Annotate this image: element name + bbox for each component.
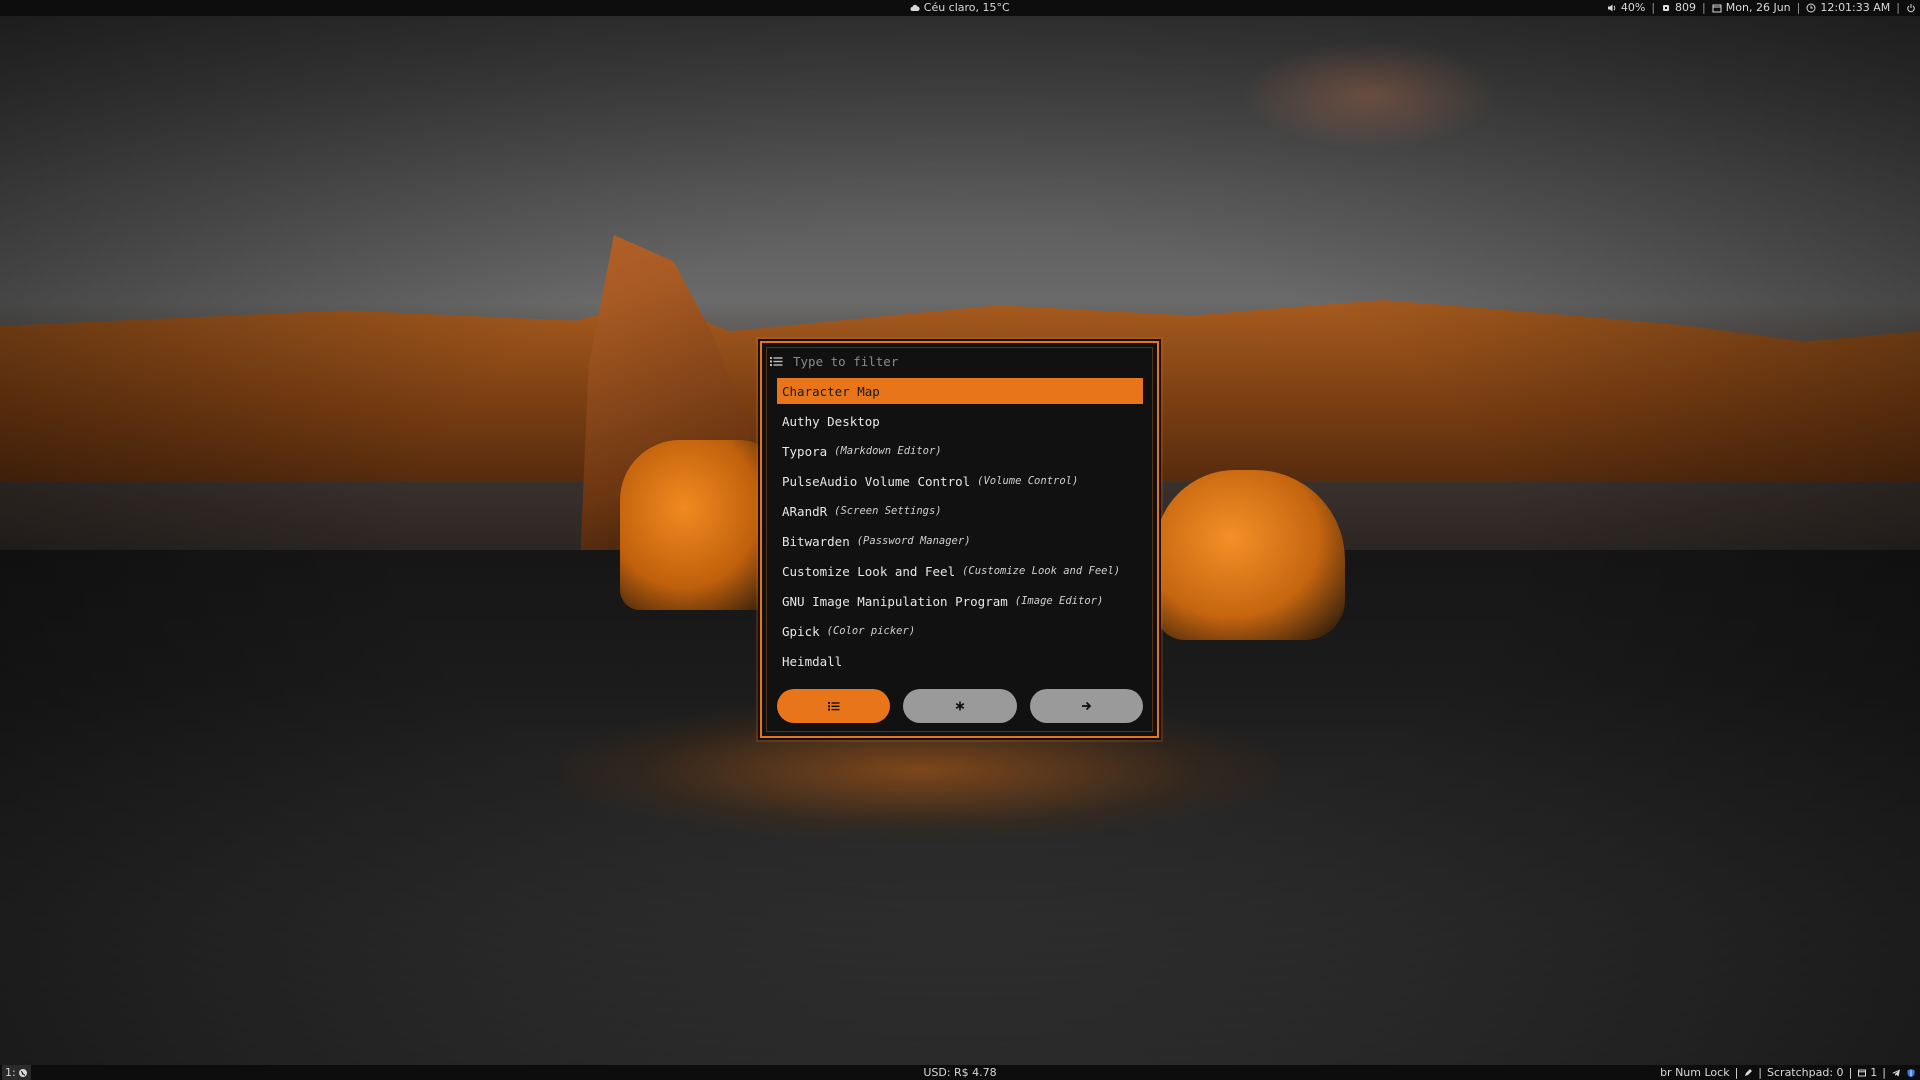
volume-widget[interactable]: 40%: [1607, 0, 1645, 16]
weather-text: Céu claro, 15°C: [923, 1, 1010, 14]
clock-widget[interactable]: 12:01:33 AM: [1806, 0, 1890, 16]
volume-text: 40%: [1620, 1, 1646, 14]
time-text: 12:01:33 AM: [1820, 1, 1891, 14]
app-name: Gpick: [782, 623, 820, 639]
mode-window-button[interactable]: [1029, 689, 1143, 723]
power-icon[interactable]: [1906, 3, 1916, 13]
windows-count: 1: [1870, 1066, 1878, 1079]
app-list-item-character-map[interactable]: Character Map: [777, 378, 1143, 404]
app-list-item-arandr[interactable]: ARandR (Screen Settings): [777, 498, 1143, 524]
app-list-item-customize-look-and-feel[interactable]: Customize Look and Feel (Customize Look …: [777, 558, 1143, 584]
app-name: ARandR: [782, 503, 828, 519]
date-widget[interactable]: Mon, 26 Jun: [1712, 0, 1791, 16]
app-name: Character Map: [782, 383, 880, 399]
app-list: Character Map Authy Desktop Typora (Mark…: [777, 378, 1143, 678]
date-text: Mon, 26 Jun: [1725, 1, 1791, 14]
pencil-icon[interactable]: [1743, 1068, 1753, 1078]
scratchpad-indicator[interactable]: Scratchpad: 0: [1767, 1065, 1844, 1080]
calendar-icon: [1712, 3, 1722, 13]
memory-text: 809: [1675, 1, 1697, 14]
mode-drun-button[interactable]: [777, 689, 891, 723]
keyboard-layout: br Num Lock: [1660, 1066, 1730, 1079]
app-generic-name: (Image Editor): [1014, 595, 1104, 607]
app-list-item-gimp[interactable]: GNU Image Manipulation Program (Image Ed…: [777, 588, 1143, 614]
separator: |: [1758, 1066, 1763, 1079]
separator: |: [1651, 1, 1656, 14]
app-generic-name: (Volume Control): [977, 475, 1079, 487]
app-name: Customize Look and Feel: [782, 563, 956, 579]
memory-widget[interactable]: 809: [1661, 0, 1696, 16]
app-list-item-pulseaudio[interactable]: PulseAudio Volume Control (Volume Contro…: [777, 468, 1143, 494]
speaker-icon: [1607, 3, 1617, 13]
asterisk-icon: [953, 699, 967, 713]
app-generic-name: (Markdown Editor): [834, 445, 942, 457]
separator: |: [1882, 1066, 1886, 1079]
separator: |: [1848, 1066, 1853, 1079]
mode-switcher: [777, 689, 1143, 723]
cloud-icon: [910, 3, 920, 13]
app-generic-name: (Customize Look and Feel): [962, 565, 1121, 577]
app-generic-name: (Screen Settings): [834, 505, 942, 517]
mode-run-button[interactable]: [903, 689, 1017, 723]
separator: |: [1734, 1066, 1739, 1079]
app-list-item-authy-desktop[interactable]: Authy Desktop: [777, 408, 1143, 434]
separator: |: [1702, 1, 1706, 14]
currency-widget: USD: R$ 4.78: [923, 1066, 997, 1079]
telegram-icon[interactable]: [1891, 1068, 1901, 1078]
app-name: PulseAudio Volume Control: [782, 473, 971, 489]
app-generic-name: (Color picker): [826, 625, 916, 637]
separator: |: [1896, 1, 1900, 14]
window-icon: [1857, 1068, 1867, 1078]
list-icon: [770, 356, 783, 367]
shield-icon[interactable]: [1906, 1068, 1916, 1078]
clock-icon: [1806, 3, 1816, 13]
list-icon: [827, 699, 841, 713]
app-name: Bitwarden: [782, 533, 850, 549]
filter-input[interactable]: [793, 353, 1149, 369]
top-status-bar: Céu claro, 15°C 40% | 809 | Mon, 26 Jun …: [0, 0, 1920, 16]
app-name: Heimdall: [782, 653, 843, 669]
app-list-item-gpick[interactable]: Gpick (Color picker): [777, 618, 1143, 644]
bottom-status-bar: 1: USD: R$ 4.78 br Num Lock | | Scratchp…: [0, 1065, 1920, 1080]
app-list-item-heimdall[interactable]: Heimdall: [777, 648, 1143, 674]
arrow-right-icon: [1079, 699, 1093, 713]
separator: |: [1796, 1, 1801, 14]
app-name: Typora: [782, 443, 828, 459]
app-list-item-typora[interactable]: Typora (Markdown Editor): [777, 438, 1143, 464]
app-list-item-bitwarden[interactable]: Bitwarden (Password Manager): [777, 528, 1143, 554]
app-generic-name: (Password Manager): [856, 535, 971, 547]
app-name: Authy Desktop: [782, 413, 880, 429]
chip-icon: [1661, 3, 1671, 13]
app-name: GNU Image Manipulation Program: [782, 593, 1008, 609]
search-bar: [770, 349, 1149, 373]
windows-indicator[interactable]: 1: [1857, 1065, 1877, 1080]
app-launcher: Character Map Authy Desktop Typora (Mark…: [760, 341, 1159, 738]
